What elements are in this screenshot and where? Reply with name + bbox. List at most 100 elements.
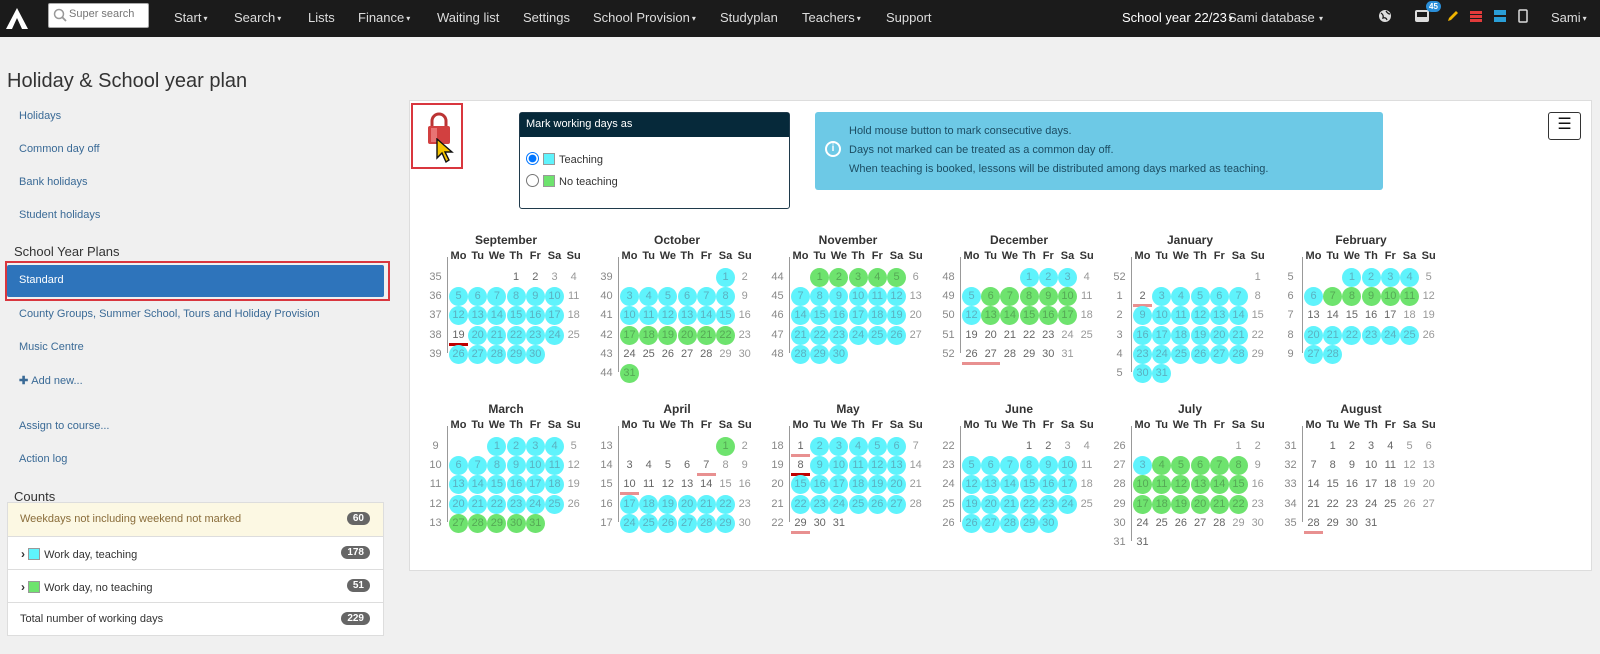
day-cell[interactable]: 3 <box>545 268 564 287</box>
day-cell[interactable]: 23 <box>1361 325 1381 345</box>
day-cell[interactable]: 24 <box>1152 344 1172 364</box>
day-cell[interactable]: 19 <box>962 326 981 345</box>
day-cell[interactable]: 30 <box>506 513 526 533</box>
day-cell[interactable]: 18 <box>848 475 868 495</box>
day-cell[interactable]: 22 <box>1019 494 1039 514</box>
day-cell[interactable]: 24 <box>1058 326 1077 345</box>
day-cell[interactable]: 3 <box>1362 437 1381 456</box>
day-cell[interactable]: 11 <box>848 456 868 476</box>
day-cell[interactable]: 18 <box>639 325 659 345</box>
day-cell[interactable]: 21 <box>696 325 716 345</box>
day-cell[interactable]: 4 <box>1400 268 1419 287</box>
nav-studyplan[interactable]: Studyplan <box>720 10 778 25</box>
day-cell[interactable]: 23 <box>1039 326 1058 345</box>
day-cell[interactable]: 16 <box>1133 325 1152 345</box>
day-cell[interactable]: 13 <box>677 306 697 326</box>
nav-school-provision[interactable]: School Provision ▾ <box>593 10 696 25</box>
day-cell[interactable]: 1 <box>716 268 735 287</box>
day-cell[interactable]: 10 <box>1362 456 1381 475</box>
day-cell[interactable]: 24 <box>1133 514 1152 533</box>
day-cell[interactable]: 29 <box>1019 513 1039 533</box>
chevron-right-icon[interactable]: › <box>21 547 25 561</box>
day-cell[interactable]: 27 <box>468 344 488 364</box>
day-cell[interactable]: 30 <box>1248 514 1267 533</box>
nav-finance[interactable]: Finance ▾ <box>358 10 410 25</box>
day-cell[interactable]: 26 <box>1400 495 1419 514</box>
day-cell[interactable]: 10 <box>848 287 868 307</box>
day-cell[interactable]: 4 <box>1381 437 1400 456</box>
day-cell[interactable]: 23 <box>1342 495 1361 514</box>
assign-to-course-link[interactable]: Assign to course... <box>19 420 110 432</box>
day-cell[interactable]: 23 <box>1248 495 1267 514</box>
user-menu[interactable]: Sami ▾ <box>1551 10 1587 25</box>
day-cell[interactable]: 31 <box>1058 345 1077 364</box>
day-cell[interactable]: 16 <box>1362 306 1381 325</box>
calendar-icon[interactable] <box>1469 9 1483 26</box>
day-cell[interactable]: 13 <box>678 475 697 494</box>
day-cell[interactable]: 23 <box>1038 494 1058 514</box>
server-icon[interactable] <box>1493 9 1507 26</box>
day-cell[interactable]: 9 <box>525 287 545 307</box>
option-teaching[interactable]: Teaching <box>526 152 603 166</box>
day-cell[interactable]: 24 <box>620 345 639 364</box>
day-cell[interactable]: 21 <box>1209 494 1229 514</box>
day-cell[interactable]: 28 <box>906 495 925 514</box>
day-cell[interactable]: 10 <box>1380 287 1400 307</box>
day-cell[interactable]: 20 <box>1304 325 1323 345</box>
day-cell[interactable]: 9 <box>506 456 526 476</box>
day-cell[interactable]: 25 <box>545 494 564 514</box>
day-cell[interactable]: 31 <box>525 513 545 533</box>
day-cell[interactable]: 22 <box>1248 326 1267 345</box>
day-cell[interactable]: 23 <box>829 325 849 345</box>
day-cell[interactable]: 20 <box>1190 494 1210 514</box>
nav-teachers[interactable]: Teachers ▾ <box>802 10 861 25</box>
day-cell[interactable]: 3 <box>1380 268 1400 287</box>
day-cell[interactable]: 22 <box>1020 326 1039 345</box>
day-cell[interactable]: 26 <box>564 495 583 514</box>
day-cell[interactable]: 25 <box>848 494 868 514</box>
day-cell[interactable]: 29 <box>810 344 830 364</box>
day-cell[interactable]: 15 <box>1019 306 1039 326</box>
day-cell[interactable]: 30 <box>1039 345 1058 364</box>
nav-waiting-list[interactable]: Waiting list <box>437 10 499 25</box>
day-cell[interactable]: 20 <box>1209 325 1229 345</box>
day-cell[interactable]: 2 <box>506 437 526 456</box>
day-cell[interactable]: 22 <box>487 494 507 514</box>
database-dropdown[interactable]: Sami database ▾ <box>1228 10 1323 25</box>
day-cell[interactable]: 13 <box>1190 475 1210 495</box>
day-cell[interactable]: 27 <box>1191 514 1210 533</box>
day-cell[interactable]: 11 <box>1381 456 1400 475</box>
day-cell[interactable]: 6 <box>1209 287 1229 307</box>
globe-icon[interactable] <box>1378 9 1392 26</box>
day-cell[interactable]: 29 <box>1323 514 1342 533</box>
day-cell[interactable]: 1 <box>1020 437 1039 456</box>
day-cell[interactable]: 25 <box>1077 495 1096 514</box>
day-cell[interactable]: 19 <box>1171 494 1191 514</box>
day-cell[interactable]: 25 <box>1381 495 1400 514</box>
day-cell[interactable]: 3 <box>525 437 545 456</box>
day-cell[interactable]: 21 <box>1229 325 1248 345</box>
sidebar-link-bank-holidays[interactable]: Bank holidays <box>19 176 88 188</box>
day-cell[interactable]: 21 <box>1304 495 1323 514</box>
day-cell[interactable]: 30 <box>1038 513 1058 533</box>
day-cell[interactable]: 24 <box>1362 495 1381 514</box>
school-year-dropdown[interactable]: School year 22/23 ▾ <box>1122 10 1233 25</box>
day-cell[interactable]: 19 <box>658 325 678 345</box>
day-cell[interactable]: 27 <box>1304 344 1323 364</box>
day-cell[interactable]: 21 <box>1323 325 1343 345</box>
day-cell[interactable]: 21 <box>696 494 716 514</box>
day-cell[interactable]: 22 <box>1342 325 1362 345</box>
day-cell[interactable]: 27 <box>1419 495 1438 514</box>
day-cell[interactable]: 18 <box>639 494 659 514</box>
day-cell[interactable]: 22 <box>506 325 526 345</box>
day-cell[interactable]: 30 <box>1133 364 1152 383</box>
day-cell[interactable]: 8 <box>1019 287 1039 307</box>
day-cell[interactable]: 22 <box>1229 494 1248 514</box>
day-cell[interactable]: 31 <box>620 364 639 383</box>
super-search-input[interactable] <box>69 8 145 20</box>
day-cell[interactable]: 2 <box>1038 268 1058 287</box>
day-cell[interactable]: 31 <box>1362 514 1381 533</box>
nav-lists[interactable]: Lists <box>308 10 335 25</box>
day-cell[interactable]: 25 <box>639 513 659 533</box>
day-cell[interactable]: 9 <box>1038 456 1058 476</box>
